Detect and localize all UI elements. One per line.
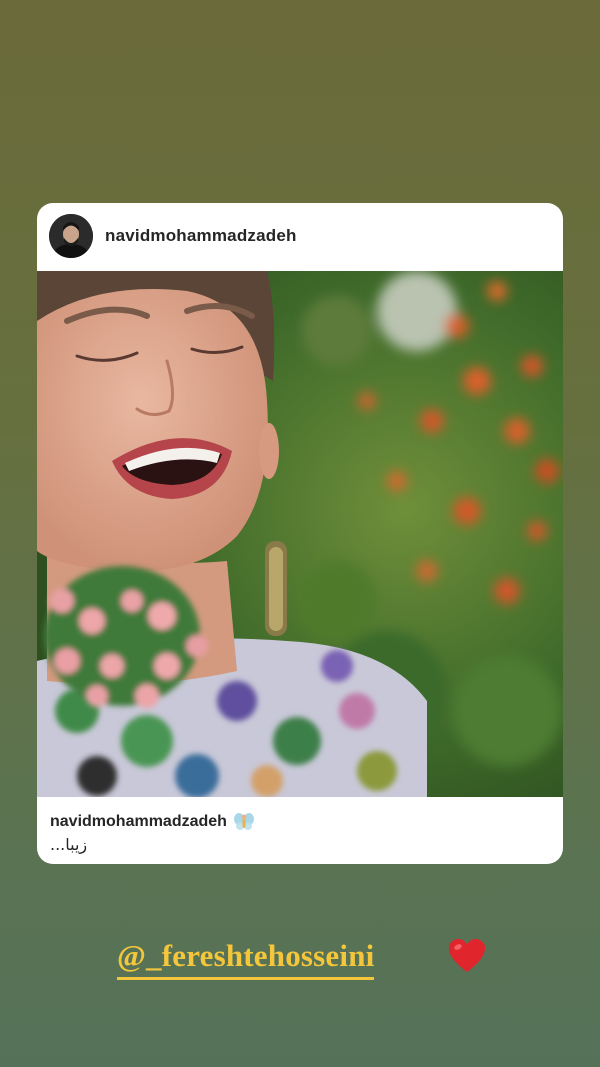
avatar[interactable] (49, 214, 93, 258)
post-username[interactable]: navidmohammadzadeh (105, 226, 297, 246)
caption-text: زیبا... (50, 835, 88, 854)
post-photo (37, 271, 563, 797)
fairy-icon (233, 811, 255, 833)
mention-sticker[interactable]: @_fereshtehosseini (117, 937, 375, 980)
post-header: navidmohammadzadeh (37, 203, 563, 271)
avatar-image (49, 214, 93, 258)
shared-post-card[interactable]: navidmohammadzadeh navidmohammadzadeh زی… (37, 203, 563, 864)
red-heart-icon (448, 938, 486, 974)
caption-user-row: navidmohammadzadeh (50, 811, 255, 833)
post-caption: navidmohammadzadeh زیبا... (37, 797, 563, 864)
caption-username[interactable]: navidmohammadzadeh (50, 813, 227, 831)
mention-row: @_fereshtehosseini (0, 935, 600, 985)
